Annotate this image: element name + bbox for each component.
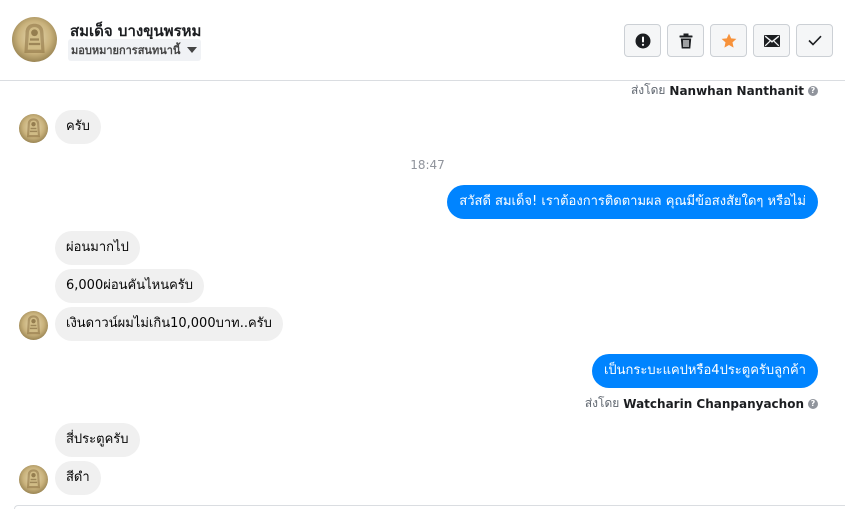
conversation-actions	[624, 24, 833, 57]
incoming-message[interactable]: สี่ประตูครับ	[55, 423, 140, 457]
trash-icon	[679, 33, 692, 48]
question-icon[interactable]: ?	[808, 398, 818, 409]
sender-name[interactable]: Watcharin Chanpanyachon	[623, 397, 804, 411]
contact-avatar[interactable]	[12, 17, 57, 62]
star-button[interactable]	[710, 24, 747, 57]
assign-conversation-dropdown[interactable]: มอบหมายการสนทนานี้	[68, 39, 202, 61]
incoming-message[interactable]: 6,000ผ่อนคันไหนครับ	[55, 269, 205, 303]
contact-avatar-small[interactable]	[19, 465, 48, 494]
caret-down-icon	[187, 47, 198, 53]
mark-done-button[interactable]	[796, 24, 833, 57]
outgoing-message[interactable]: สวัสดี สมเด็จ! เราต้องการติดตามผล คุณมีข…	[447, 185, 818, 219]
exclamation-icon	[635, 33, 650, 48]
question-icon[interactable]: ?	[808, 85, 818, 96]
incoming-message[interactable]: ครับ	[55, 110, 101, 144]
incoming-message[interactable]: เงินดาวน์ผมไม่เกิน10,000บาท..ครับ	[55, 307, 283, 341]
sent-by-label: ส่งโดย Nanwhan Nanthanit ?	[631, 81, 818, 100]
incoming-message[interactable]: ผ่อนมากไป	[55, 231, 140, 265]
contact-avatar-small[interactable]	[19, 114, 48, 143]
delete-button[interactable]	[667, 24, 704, 57]
outgoing-message[interactable]: เป็นกระบะแคปหรือ4ประตูครับลูกค้า	[591, 354, 818, 388]
star-icon	[721, 33, 736, 48]
envelope-icon	[763, 34, 780, 47]
sender-name[interactable]: Nanwhan Nanthanit	[669, 84, 804, 98]
conversation-header: สมเด็จ บางขุนพรหม มอบหมายการสนทนานี้	[0, 0, 845, 81]
incoming-message[interactable]: สีดำ	[55, 461, 101, 495]
spam-button[interactable]	[624, 24, 661, 57]
message-timestamp: 18:47	[410, 158, 445, 172]
checkmark-icon	[807, 35, 822, 46]
mark-unread-button[interactable]	[753, 24, 790, 57]
contact-avatar-small[interactable]	[19, 311, 48, 340]
message-composer[interactable]	[14, 505, 845, 509]
sent-by-label: ส่งโดย Watcharin Chanpanyachon ?	[585, 394, 818, 413]
assign-label: มอบหมายการสนทนานี้	[71, 44, 181, 57]
message-thread: ส่งโดย Nanwhan Nanthanit ? ครับ 18:47 สว…	[0, 81, 845, 509]
